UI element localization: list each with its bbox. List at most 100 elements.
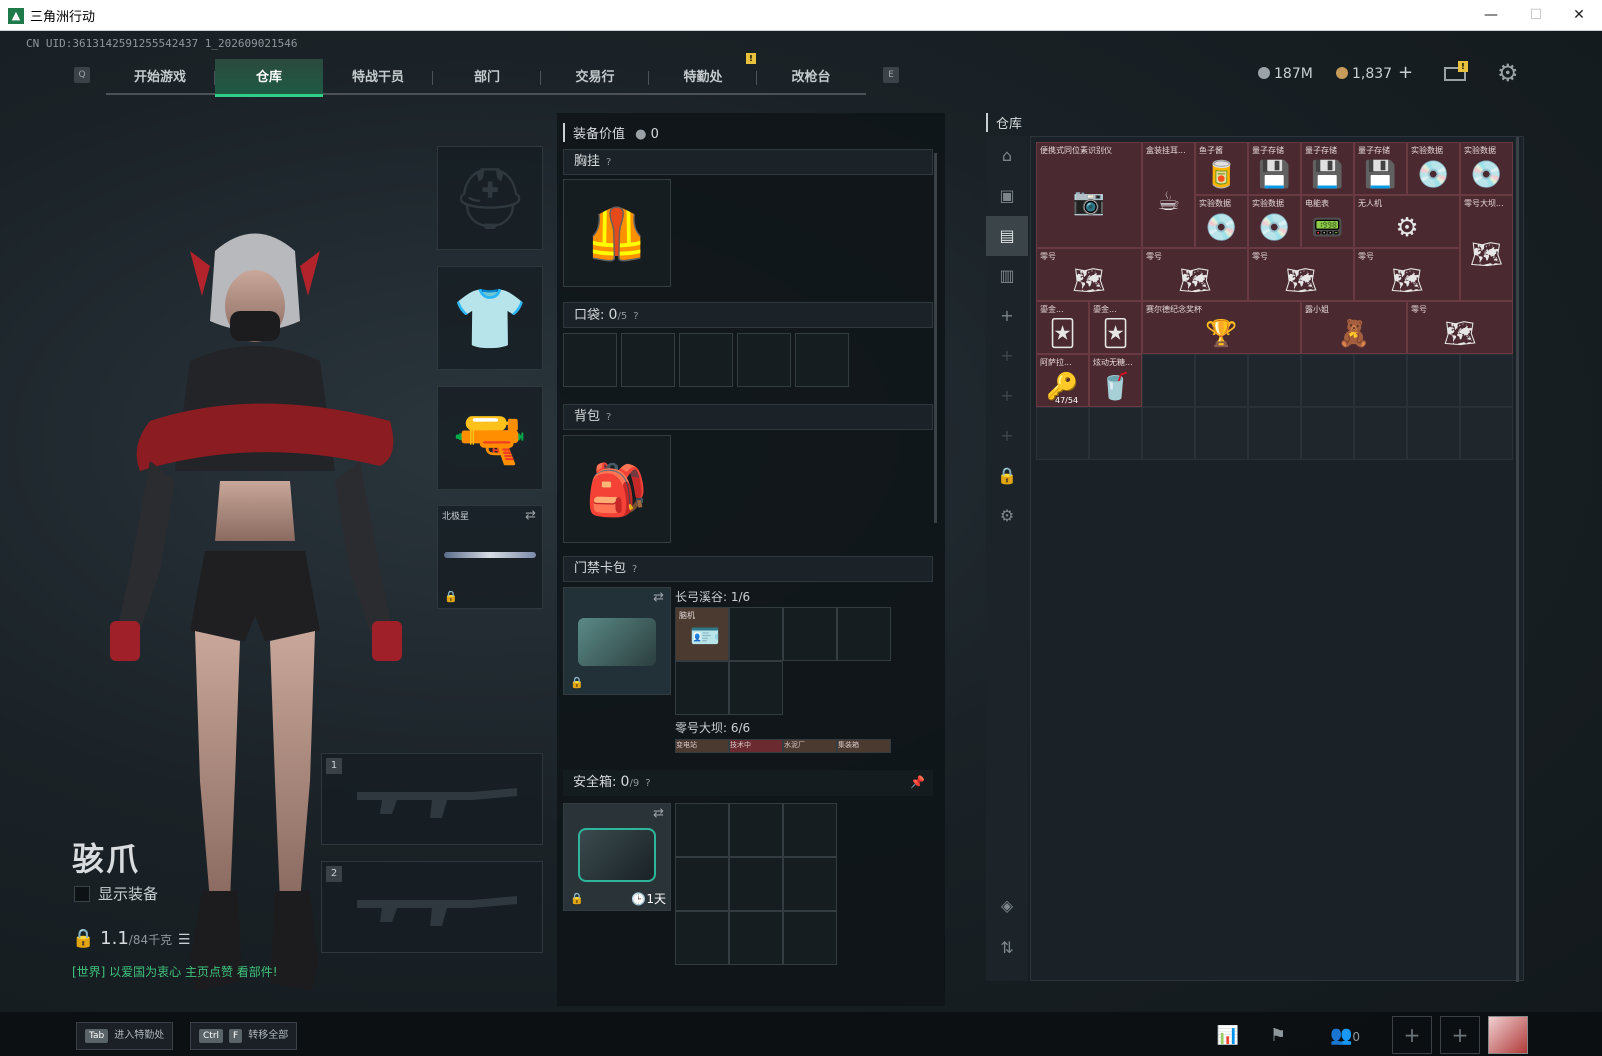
safe-slot[interactable] bbox=[675, 911, 729, 965]
melee-slot[interactable]: 北极星 ⇄ 🔒 bbox=[437, 505, 543, 609]
swap-icon[interactable]: ⇄ bbox=[653, 806, 664, 821]
safe-slot[interactable] bbox=[783, 857, 837, 911]
close-button[interactable]: ✕ bbox=[1556, 3, 1602, 27]
storage-grid-cell[interactable] bbox=[1301, 354, 1354, 407]
nav-next-key[interactable]: E bbox=[883, 67, 899, 83]
pocket-slot[interactable] bbox=[621, 333, 675, 387]
safe-slot[interactable] bbox=[729, 911, 783, 965]
nav-prev-key[interactable]: Q bbox=[74, 67, 90, 83]
storage-grid-cell[interactable] bbox=[1407, 407, 1460, 460]
add-storage-page-icon[interactable]: + bbox=[986, 416, 1028, 456]
storage-item[interactable]: 实验数据 💿 bbox=[1460, 142, 1513, 195]
storage-grid-cell[interactable] bbox=[1142, 407, 1195, 460]
storage-grid-cell[interactable] bbox=[1407, 354, 1460, 407]
storage-item[interactable]: 零号 🗺 bbox=[1142, 248, 1248, 301]
keycard-slot[interactable]: 集装箱 bbox=[837, 739, 891, 753]
primary-weapon-slot-1[interactable]: 1 bbox=[321, 753, 543, 845]
settings-gear-icon[interactable]: ⚙ bbox=[1497, 59, 1519, 87]
checkbox[interactable] bbox=[74, 886, 90, 902]
storage-item[interactable]: 零号大坝... 🗺 bbox=[1460, 195, 1513, 301]
tab-special-ops[interactable]: 特勤处 bbox=[649, 59, 757, 97]
storage-item[interactable]: 阿萨拉... 🔑 47/54 bbox=[1036, 354, 1089, 407]
world-chat-line[interactable]: [世界] 以爱国为衷心 主页点赞 看部件! bbox=[72, 963, 278, 980]
pocket-slot[interactable] bbox=[679, 333, 733, 387]
category-item-2-icon[interactable]: ▤ bbox=[986, 216, 1028, 256]
storage-item[interactable]: 鎏金... 🃏 bbox=[1036, 301, 1089, 354]
enter-special-ops-hotkey[interactable]: Tab 进入特勤处 bbox=[76, 1022, 174, 1050]
pocket-slot[interactable] bbox=[563, 333, 617, 387]
friends-button[interactable]: 👥0 bbox=[1322, 1020, 1368, 1052]
sort-icon[interactable]: ⇅ bbox=[986, 928, 1028, 968]
keycard-slot[interactable] bbox=[783, 607, 837, 661]
keycard-case-slot[interactable]: ⇄ 🔒 bbox=[563, 587, 671, 695]
storage-grid-cell[interactable] bbox=[1195, 354, 1248, 407]
list-icon[interactable]: ☰ bbox=[178, 932, 191, 948]
tab-trade[interactable]: 交易行 bbox=[541, 59, 649, 97]
tab-start-game[interactable]: 开始游戏 bbox=[106, 59, 214, 97]
storage-grid-cell[interactable] bbox=[1354, 407, 1407, 460]
storage-item[interactable]: 鎏金... 🃏 bbox=[1089, 301, 1142, 354]
storage-item[interactable]: 量子存储 💾 bbox=[1248, 142, 1301, 195]
keycard-slot[interactable]: 水泥厂 bbox=[783, 739, 837, 753]
layers-icon[interactable]: ◈ bbox=[986, 886, 1028, 926]
storage-item[interactable]: 盒装挂耳... ☕ bbox=[1142, 142, 1195, 248]
storage-grid-cell[interactable] bbox=[1301, 407, 1354, 460]
gear-icon[interactable]: ⚙ bbox=[986, 496, 1028, 536]
category-item-3-icon[interactable]: ▥ bbox=[986, 256, 1028, 296]
storage-item[interactable]: 鱼子酱 🥫 bbox=[1195, 142, 1248, 195]
swap-icon[interactable]: ⇄ bbox=[653, 590, 664, 605]
pistol-slot[interactable]: 🔫 bbox=[437, 386, 543, 490]
storage-item[interactable]: 量子存储 💾 bbox=[1354, 142, 1407, 195]
add-storage-page-icon[interactable]: + bbox=[986, 336, 1028, 376]
pin-icon[interactable]: 📌 bbox=[910, 770, 925, 794]
add-storage-page-icon[interactable]: + bbox=[986, 296, 1028, 336]
storage-item[interactable]: 无人机 ⚙ bbox=[1354, 195, 1460, 248]
storage-grid-cell[interactable] bbox=[1354, 354, 1407, 407]
pocket-slot[interactable] bbox=[795, 333, 849, 387]
storage-item[interactable]: 便携式同位素识别仪 📷 bbox=[1036, 142, 1142, 248]
keycard-slot[interactable] bbox=[837, 607, 891, 661]
primary-weapon-slot-2[interactable]: 2 bbox=[321, 861, 543, 953]
safe-slot[interactable] bbox=[729, 857, 783, 911]
safe-slot[interactable] bbox=[729, 803, 783, 857]
swap-icon[interactable]: ⇄ bbox=[525, 508, 536, 523]
keycard-slot[interactable] bbox=[729, 607, 783, 661]
squad-invite-slot[interactable]: + bbox=[1440, 1016, 1480, 1054]
keycard-slot[interactable]: 技术中 bbox=[729, 739, 783, 753]
stats-chart-icon[interactable]: 📊 bbox=[1212, 1020, 1244, 1052]
storage-grid-cell[interactable] bbox=[1248, 354, 1301, 407]
flag-icon[interactable]: ⚑ bbox=[1262, 1020, 1294, 1052]
keycard-slot[interactable] bbox=[675, 661, 729, 715]
tab-warehouse[interactable]: 仓库 bbox=[215, 59, 323, 97]
helmet-slot[interactable]: ⛑ bbox=[437, 146, 543, 250]
show-equipment-toggle[interactable]: 显示装备 bbox=[74, 883, 158, 904]
storage-grid-cell[interactable] bbox=[1195, 407, 1248, 460]
add-storage-page-icon[interactable]: + bbox=[986, 376, 1028, 416]
storage-item[interactable]: 露小姐 🧸 bbox=[1301, 301, 1407, 354]
safe-slot[interactable] bbox=[675, 803, 729, 857]
storage-item[interactable]: 零号 🗺 bbox=[1407, 301, 1513, 354]
armor-slot[interactable]: 👕 bbox=[437, 266, 543, 370]
add-currency-button[interactable]: + bbox=[1398, 62, 1413, 83]
keycard-slot[interactable]: 变电站 bbox=[675, 739, 729, 753]
chest-rig-slot[interactable]: 🦺 bbox=[563, 179, 671, 287]
keycard-slot[interactable]: 脑机 🪪 bbox=[675, 607, 729, 661]
storage-grid-cell[interactable] bbox=[1460, 407, 1513, 460]
storage-item[interactable]: 实验数据 💿 bbox=[1195, 195, 1248, 248]
storage-grid-cell[interactable] bbox=[1460, 354, 1513, 407]
tab-operators[interactable]: 特战干员 bbox=[324, 59, 432, 97]
storage-grid-cell[interactable] bbox=[1248, 407, 1301, 460]
pocket-slot[interactable] bbox=[737, 333, 791, 387]
player-avatar[interactable] bbox=[1488, 1016, 1528, 1054]
storage-grid-cell[interactable] bbox=[1089, 407, 1142, 460]
storage-item[interactable]: 零号 🗺 bbox=[1036, 248, 1142, 301]
scrollbar[interactable] bbox=[934, 153, 937, 523]
storage-grid-cell[interactable] bbox=[1142, 354, 1195, 407]
tab-department[interactable]: 部门 bbox=[433, 59, 541, 97]
backpack-slot[interactable]: 🎒 bbox=[563, 435, 671, 543]
minimize-button[interactable]: — bbox=[1468, 3, 1514, 27]
storage-item[interactable]: 实验数据 💿 bbox=[1407, 142, 1460, 195]
storage-item[interactable]: 零号 🗺 bbox=[1248, 248, 1354, 301]
storage-grid-cell[interactable] bbox=[1036, 407, 1089, 460]
safe-slot[interactable] bbox=[783, 803, 837, 857]
